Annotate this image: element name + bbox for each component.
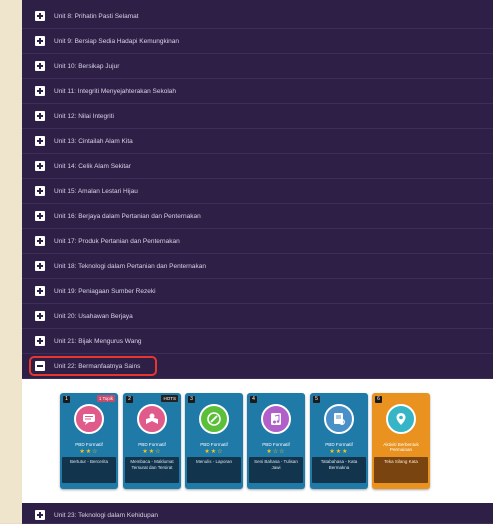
unit-label: Unit 20: Usahawan Berjaya <box>54 312 133 320</box>
unit-label: Unit 9: Bersiap Sedia Hadapi Kemungkinan <box>54 37 180 45</box>
card-type: PBD Formatif <box>262 442 290 447</box>
card-title: Teka Silang Kata <box>374 457 428 483</box>
unit-label: Unit 13: Cintailah Alam Kita <box>54 137 133 145</box>
expand-icon[interactable] <box>35 36 45 46</box>
card-tag: 1 Topik <box>96 395 115 402</box>
unit-label: Unit 19: Peniagaan Sumber Rezeki <box>54 287 156 295</box>
pencil-icon <box>199 404 229 434</box>
card-title: Menulis - Laporan <box>187 457 241 483</box>
unit-label: Unit 23: Teknologi dalam Kehidupan <box>54 511 158 519</box>
left-margin <box>0 0 22 523</box>
card-type: PBD Formatif <box>75 442 103 447</box>
unit-row-u15[interactable]: Unit 15: Amalan Lestari Hijau <box>22 179 493 204</box>
unit-label: Unit 18: Teknologi dalam Pertanian dan P… <box>54 262 207 270</box>
card-title: Seni Bahasa - Tulisan Jawi <box>249 457 303 483</box>
card-rating: ★★☆ <box>79 449 99 455</box>
expand-icon[interactable] <box>35 11 45 21</box>
unit-label: Unit 14: Celik Alam Sekitar <box>54 162 131 170</box>
card-type: PBD Formatif <box>325 442 353 447</box>
activity-card[interactable]: 2 HOTS PBD Formatif ★★☆ Membaca - Maklumat T… <box>123 393 181 489</box>
chat-icon <box>74 404 104 434</box>
activity-card[interactable]: 1 1 Topik PBD Formatif ★★☆ Bertutur - Bercer… <box>60 393 118 489</box>
card-title: Membaca - Maklumat Tersurat dan Tersirat <box>125 457 179 483</box>
unit-row-u21[interactable]: Unit 21: Bijak Mengurus Wang <box>22 329 493 354</box>
expand-icon[interactable] <box>35 311 45 321</box>
unit-row-u8[interactable]: Unit 8: Prihatin Pasti Selamat <box>22 4 493 29</box>
unit-label: Unit 17: Produk Pertanian dan Penternaka… <box>54 237 180 245</box>
unit-label: Unit 8: Prihatin Pasti Selamat <box>54 12 139 20</box>
expand-icon[interactable] <box>35 186 45 196</box>
unit-label: Unit 10: Bersikap Jujur <box>54 62 120 70</box>
unit-row-u12[interactable]: Unit 12: Nilai Integriti <box>22 104 493 129</box>
unit-row-u23[interactable]: Unit 23: Teknologi dalam Kehidupan <box>22 507 493 524</box>
unit-row-u20[interactable]: Unit 20: Usahawan Berjaya <box>22 304 493 329</box>
expand-icon[interactable] <box>35 61 45 71</box>
document-search-icon <box>324 404 354 434</box>
activity-card[interactable]: 3 PBD Formatif ★★☆ Menulis - Laporan <box>185 393 243 489</box>
unit-label: Unit 11: Integriti Menyejahterakan Sekol… <box>54 87 177 95</box>
reading-icon <box>137 404 167 434</box>
unit-row-u16[interactable]: Unit 16: Berjaya dalam Pertanian dan Pen… <box>22 204 493 229</box>
unit-label: Unit 21: Bijak Mengurus Wang <box>54 337 142 345</box>
expand-icon[interactable] <box>35 211 45 221</box>
card-type: PBD Formatif <box>200 442 228 447</box>
expand-icon[interactable] <box>35 86 45 96</box>
card-rating: ★☆☆ <box>266 449 286 455</box>
card-rating: ★★★ <box>329 449 349 455</box>
activity-card[interactable]: 5 PBD Formatif ★★★ Tatabahasa - Kata Bermak… <box>310 393 368 489</box>
unit-row-u19[interactable]: Unit 19: Peniagaan Sumber Rezeki <box>22 279 493 304</box>
card-number: 1 <box>63 396 70 403</box>
card-number: 2 <box>126 396 133 403</box>
expand-icon[interactable] <box>35 336 45 346</box>
card-tag: HOTS <box>161 395 178 402</box>
unit-row-u11[interactable]: Unit 11: Integriti Menyejahterakan Sekol… <box>22 79 493 104</box>
card-number: 6 <box>375 396 382 403</box>
expand-icon[interactable] <box>35 261 45 271</box>
card-type: Aktiviti Berbentuk Permainan <box>383 442 419 452</box>
expand-icon[interactable] <box>35 286 45 296</box>
expanded-unit-highlight <box>29 356 157 376</box>
music-icon <box>261 404 291 434</box>
unit-row-u13[interactable]: Unit 13: Cintailah Alam Kita <box>22 129 493 154</box>
card-number: 4 <box>250 396 257 403</box>
unit-row-u9[interactable]: Unit 9: Bersiap Sedia Hadapi Kemungkinan <box>22 29 493 54</box>
expand-icon[interactable] <box>35 510 45 520</box>
card-title: Tatabahasa - Kata Bermakna <box>312 457 366 483</box>
card-rating: ★★☆ <box>204 449 224 455</box>
card-number: 5 <box>313 396 320 403</box>
expand-icon[interactable] <box>35 136 45 146</box>
location-icon <box>386 404 416 434</box>
card-title: Bertutur - Bercerita <box>62 457 116 483</box>
unit-label: Unit 12: Nilai Integriti <box>54 112 114 120</box>
unit-label: Unit 15: Amalan Lestari Hijau <box>54 187 138 195</box>
unit-label: Unit 16: Berjaya dalam Pertanian dan Pen… <box>54 212 201 220</box>
unit-row-u10[interactable]: Unit 10: Bersikap Jujur <box>22 54 493 79</box>
expand-icon[interactable] <box>35 161 45 171</box>
activity-card[interactable]: 6 Aktiviti Berbentuk Permainan Teka Silang… <box>372 393 430 489</box>
card-number: 3 <box>188 396 195 403</box>
unit-row-u17[interactable]: Unit 17: Produk Pertanian dan Penternaka… <box>22 229 493 254</box>
unit-row-u18[interactable]: Unit 18: Teknologi dalam Pertanian dan P… <box>22 254 493 279</box>
expand-icon[interactable] <box>35 111 45 121</box>
activity-card[interactable]: 4 PBD Formatif ★☆☆ Seni Bahasa - Tulisan Ja… <box>247 393 305 489</box>
card-rating: ★★☆ <box>142 449 162 455</box>
card-type: PBD Formatif <box>138 442 166 447</box>
expand-icon[interactable] <box>35 236 45 246</box>
unit-row-u14[interactable]: Unit 14: Celik Alam Sekitar <box>22 154 493 179</box>
